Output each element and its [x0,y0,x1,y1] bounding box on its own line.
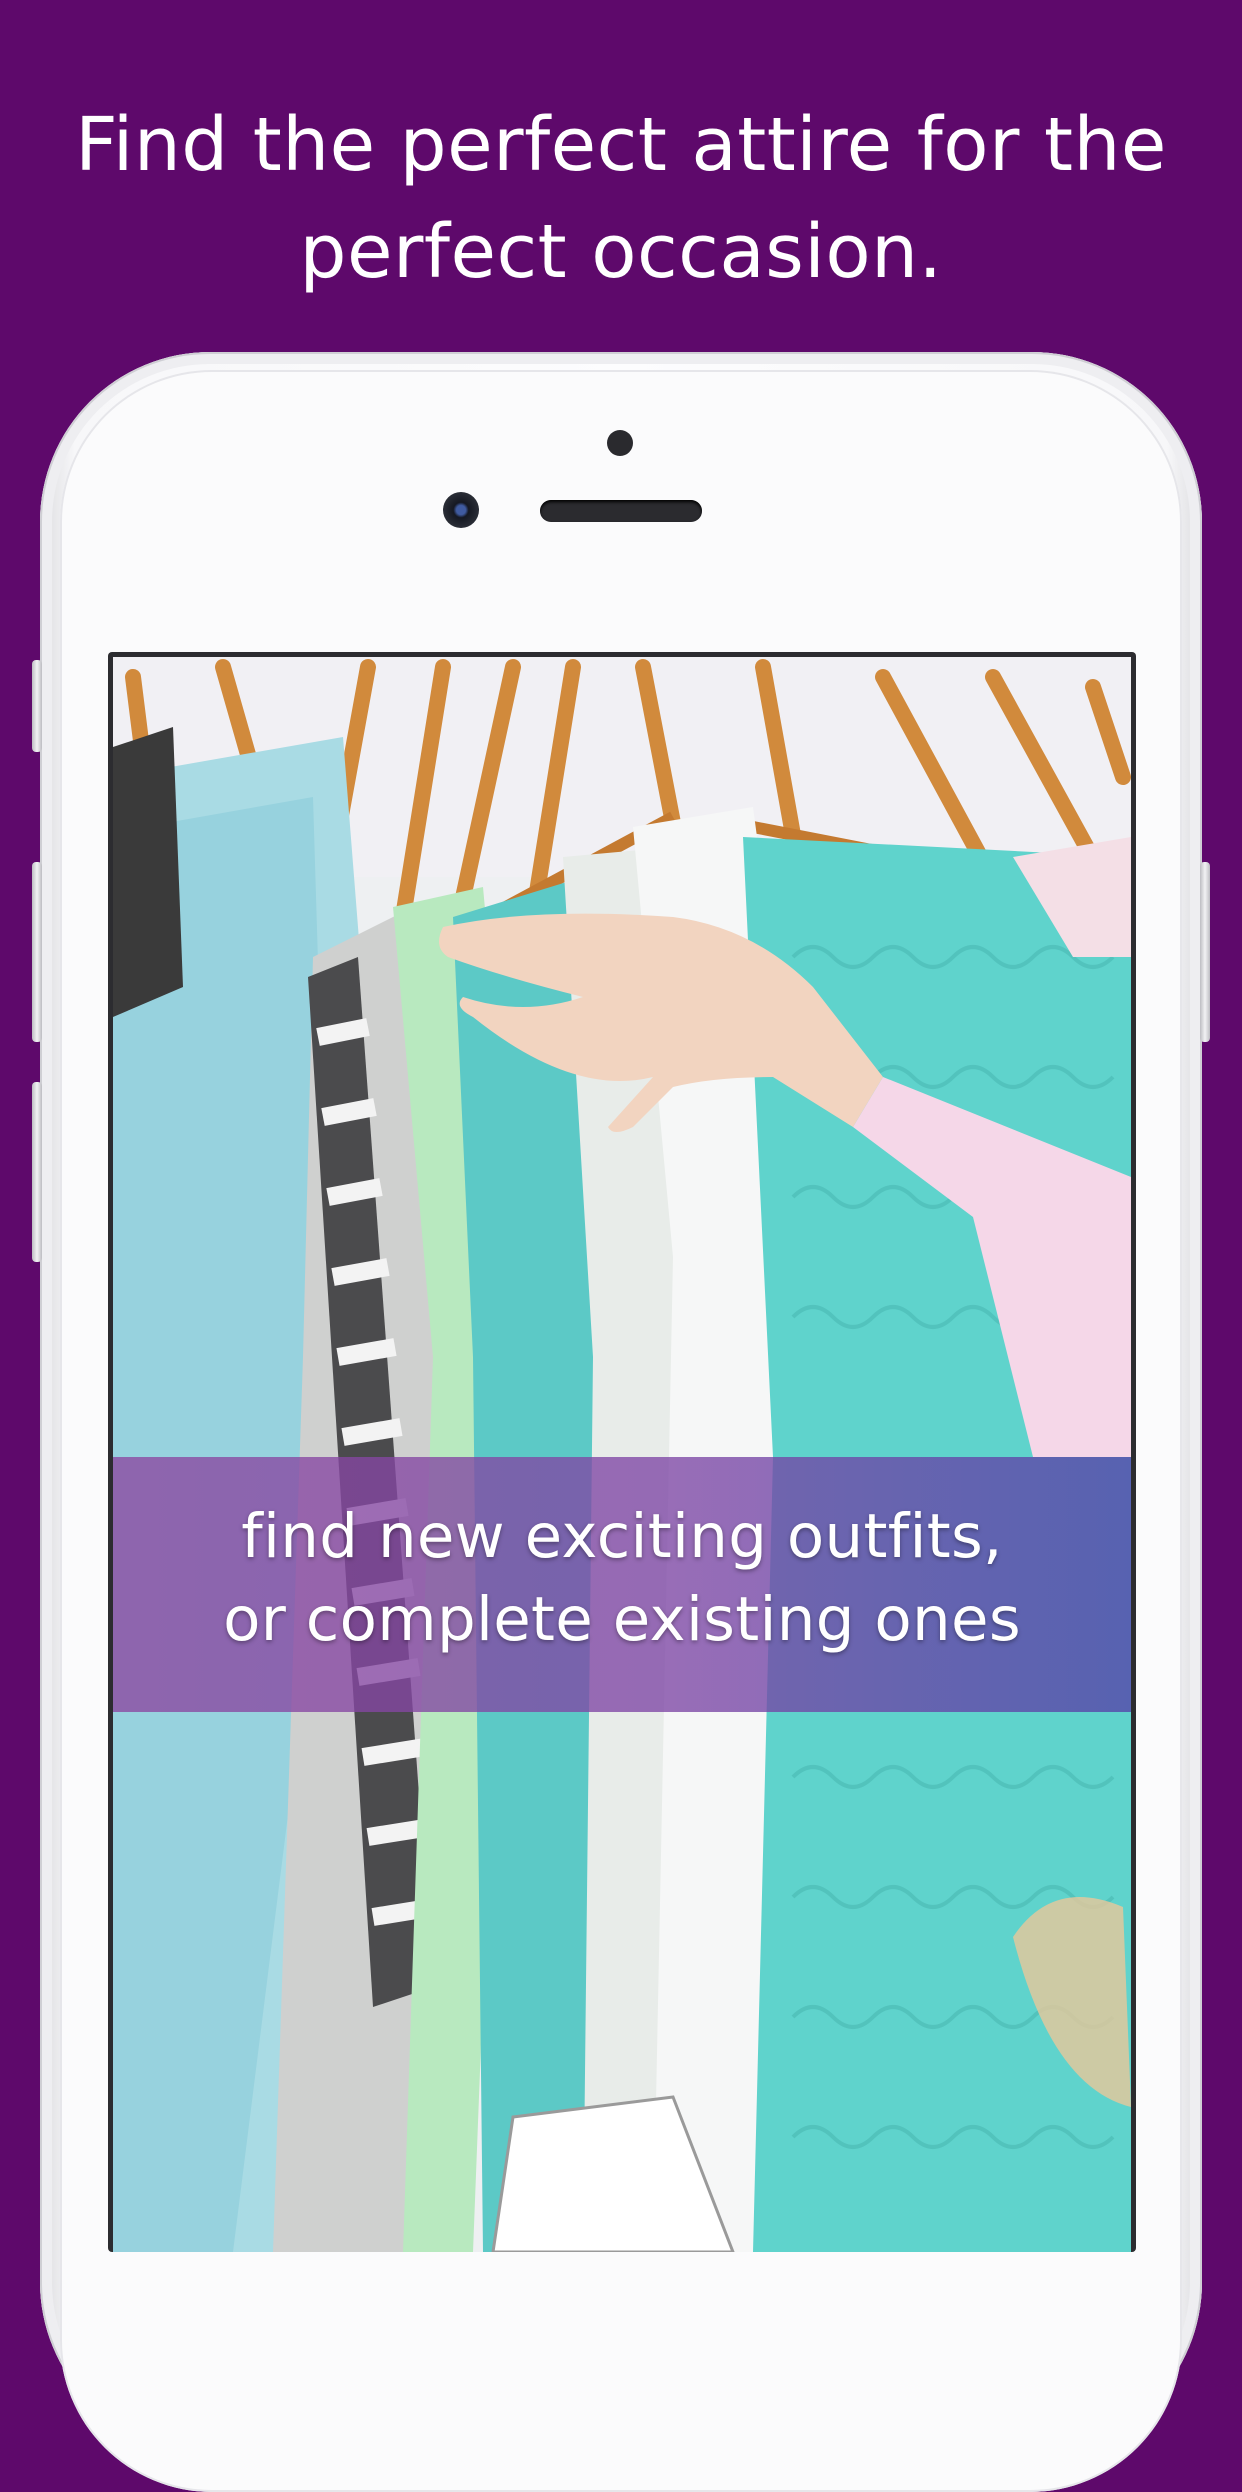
clothing-rack-illustration [113,657,1131,2252]
caption-line-1: find new exciting outfits, [241,1501,1003,1572]
headline-line-2: perfect occasion. [299,209,943,295]
front-camera-icon [443,492,479,528]
earpiece-speaker-icon [540,500,702,522]
headline-line-1: Find the perfect attire for the [75,102,1167,188]
caption-line-2: or complete existing ones [223,1584,1021,1655]
proximity-sensor-icon [607,430,633,456]
headline: Find the perfect attire for the perfect … [0,92,1242,306]
volume-up-button [32,862,42,1042]
mute-switch [32,660,42,752]
power-button [1200,862,1210,1042]
volume-down-button [32,1082,42,1262]
clothing-rack-photo: find new exciting outfits, or complete e… [113,657,1131,2252]
phone-screen: find new exciting outfits, or complete e… [108,652,1136,2252]
caption-text: find new exciting outfits, or complete e… [113,1495,1131,1661]
